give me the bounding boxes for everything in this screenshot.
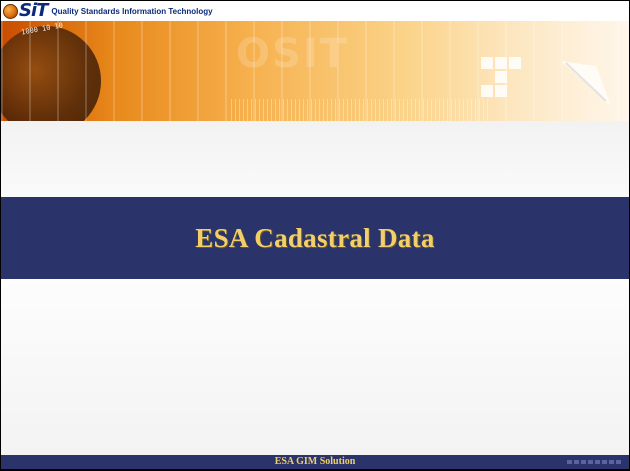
company-logo: SiT Quality Standards Information Techno… bbox=[3, 1, 213, 21]
brand-bar: SiT Quality Standards Information Techno… bbox=[1, 1, 629, 21]
banner-watermark: OSIT bbox=[236, 31, 349, 77]
logo-mark: SiT bbox=[3, 1, 48, 21]
upper-content-area bbox=[1, 121, 629, 197]
header-banner: 1000 10 10 OSIT bbox=[1, 21, 629, 121]
slide: SiT Quality Standards Information Techno… bbox=[1, 1, 629, 469]
slide-content-area bbox=[1, 279, 629, 455]
logo-tagline: Quality Standards Information Technology bbox=[51, 6, 213, 16]
logo-text: SiT bbox=[19, 1, 48, 21]
banner-binary-strip bbox=[231, 99, 491, 121]
logo-circle-icon bbox=[3, 3, 18, 19]
slide-title: ESA Cadastral Data bbox=[195, 222, 435, 253]
footer-label: ESA GIM Solution bbox=[274, 456, 356, 467]
satellite-dish-icon bbox=[561, 61, 611, 106]
footer-decoration bbox=[567, 460, 621, 464]
